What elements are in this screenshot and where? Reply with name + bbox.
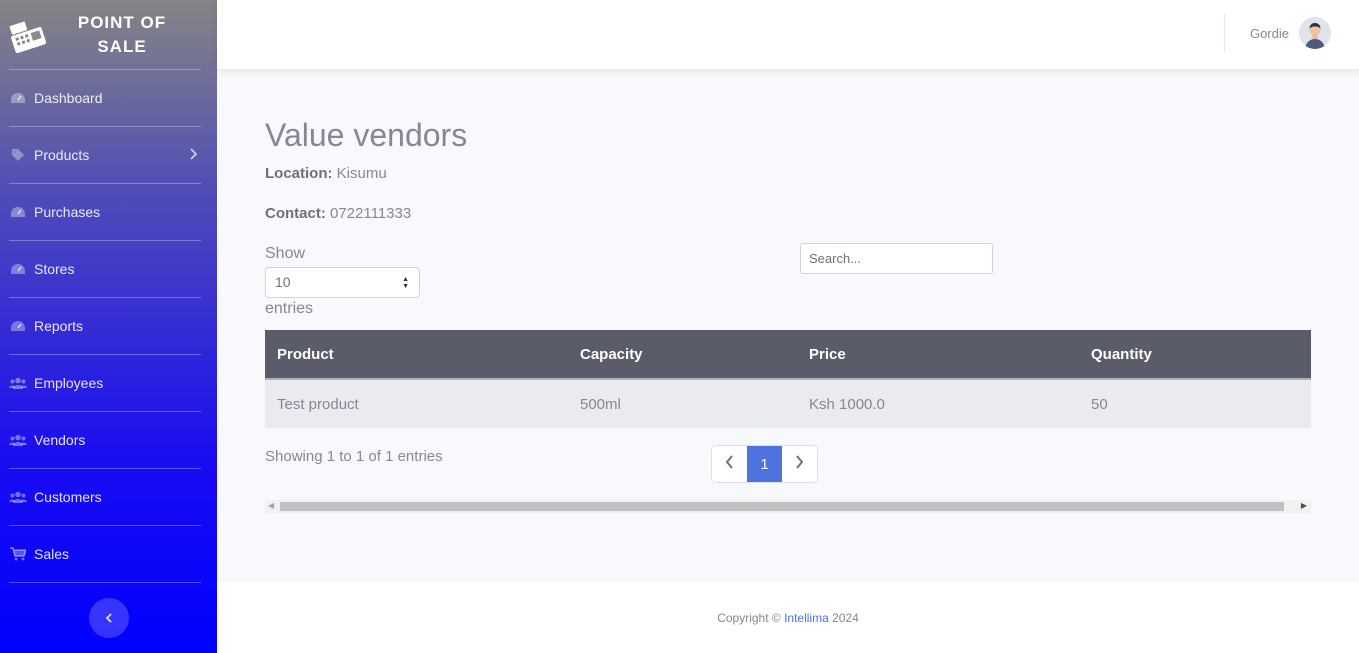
sidebar-item-sales[interactable]: Sales	[0, 526, 217, 582]
tag-icon	[9, 148, 27, 162]
users-icon	[9, 376, 27, 390]
table-header-row: Product Capacity Price Quantity	[265, 330, 1311, 380]
horizontal-scrollbar[interactable]: ◀ ▶	[265, 500, 1311, 513]
location-value: Kisumu	[336, 165, 387, 182]
sidebar-item-reports[interactable]: Reports	[0, 298, 217, 354]
scroll-right-arrow-icon[interactable]: ▶	[1301, 501, 1307, 510]
cell-capacity: 500ml	[580, 395, 621, 413]
gauge-icon	[9, 319, 27, 333]
gauge-icon	[9, 91, 27, 105]
sidebar-toggle-button[interactable]	[88, 598, 129, 638]
sidebar-toggle-wrap	[0, 598, 217, 638]
contact-value: 0722111333	[330, 205, 412, 222]
sidebar-item-purchases[interactable]: Purchases	[0, 184, 217, 240]
sidebar-item-employees[interactable]: Employees	[0, 355, 217, 411]
contact-label: Contact:	[265, 205, 326, 222]
page-title: Value vendors	[265, 117, 468, 153]
sidebar-item-customers[interactable]: Customers	[0, 469, 217, 525]
sidebar-item-label: Dashboard	[34, 90, 103, 106]
company-link[interactable]: Intellima	[784, 611, 829, 625]
user-menu[interactable]: Gordie	[1250, 17, 1331, 49]
cell-product: Test product	[277, 395, 359, 413]
cell-quantity: 50	[1091, 395, 1108, 413]
topbar-divider	[1224, 14, 1225, 52]
sidebar-item-label: Vendors	[34, 432, 86, 448]
brand-name: POINT OF SALE	[77, 12, 167, 56]
sidebar-item-products[interactable]: Products	[0, 127, 217, 183]
vendor-contact: Contact: 0722111333	[265, 205, 411, 222]
copyright-year: 2024	[832, 610, 859, 625]
cell-price: Ksh 1000.0	[809, 395, 885, 413]
gauge-icon	[9, 262, 27, 276]
scroll-left-arrow-icon[interactable]: ◀	[268, 501, 274, 510]
sidebar-item-label: Purchases	[34, 204, 101, 220]
users-icon	[9, 433, 27, 447]
table-row: Test product 500ml Ksh 1000.0 50	[265, 379, 1311, 428]
sidebar-item-label: Customers	[34, 489, 102, 505]
chevron-left-icon	[105, 610, 113, 626]
sidebar-item-stores[interactable]: Stores	[0, 241, 217, 297]
previous-page-button[interactable]	[712, 446, 747, 482]
sidebar-item-label: Products	[34, 147, 90, 163]
sidebar-divider	[9, 582, 201, 583]
gauge-icon	[9, 205, 27, 219]
footer: Copyright © Intellima 2024	[217, 582, 1359, 653]
sidebar-item-label: Sales	[34, 546, 70, 562]
sidebar-item-dashboard[interactable]: Dashboard	[0, 70, 217, 126]
username: Gordie	[1249, 25, 1289, 41]
page-size-select[interactable]: 10 ▲ ▼	[265, 267, 420, 298]
chevron-left-icon	[725, 455, 734, 473]
location-label: Location:	[265, 165, 333, 182]
scrollbar-thumb[interactable]	[280, 502, 1284, 511]
users-icon	[9, 490, 27, 504]
next-page-button[interactable]	[782, 446, 817, 482]
column-header-quantity[interactable]: Quantity	[1079, 330, 1311, 380]
sidebar-item-label: Reports	[34, 318, 84, 334]
vendor-location: Location: Kisumu	[265, 165, 387, 182]
select-arrows-icon: ▲ ▼	[402, 276, 409, 290]
chevron-right-icon	[189, 147, 198, 163]
sidebar-item-vendors[interactable]: Vendors	[0, 412, 217, 468]
column-header-product[interactable]: Product	[265, 330, 568, 380]
show-label: Show	[265, 245, 306, 262]
search-input[interactable]	[800, 243, 993, 274]
sidebar-item-label: Employees	[34, 375, 104, 391]
table-info: Showing 1 to 1 of 1 entries	[265, 448, 443, 465]
page-button-current[interactable]: 1	[747, 446, 782, 482]
topbar: Gordie	[217, 0, 1359, 69]
column-header-capacity[interactable]: Capacity	[568, 330, 797, 380]
copyright-prefix: Copyright ©	[717, 610, 781, 625]
pagination: 1	[711, 445, 818, 483]
sidebar-item-label: Stores	[34, 261, 75, 277]
column-header-price[interactable]: Price	[797, 330, 1079, 380]
chevron-right-icon	[795, 455, 804, 473]
entries-label: entries	[265, 300, 314, 317]
cart-icon	[9, 547, 27, 561]
vendor-products-table: Product Capacity Price Quantity Test pro…	[265, 330, 1311, 428]
cash-register-icon	[9, 16, 47, 54]
page-size-value: 10	[275, 274, 291, 290]
sidebar: POINT OF SALE Dashboard Products Purchas…	[0, 0, 217, 653]
avatar	[1299, 17, 1331, 49]
brand[interactable]: POINT OF SALE	[0, 0, 217, 69]
